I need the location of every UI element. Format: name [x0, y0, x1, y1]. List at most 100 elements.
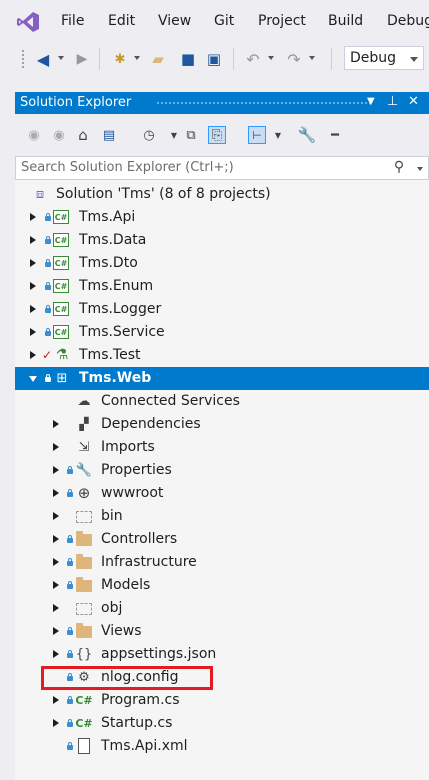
new-project-icon[interactable]: ✱ [110, 49, 130, 69]
close-icon[interactable]: ✕ [408, 94, 419, 109]
expand-arrow-icon[interactable] [53, 535, 59, 543]
menu-edit[interactable]: Edit [108, 13, 135, 29]
home-icon[interactable]: ⌂ [74, 126, 92, 144]
expand-arrow-icon[interactable] [53, 489, 59, 497]
pin-icon[interactable]: ⊥ [387, 94, 398, 109]
folder-icon [76, 511, 92, 523]
open-folder-icon[interactable]: ▰ [148, 49, 168, 69]
menu-view[interactable]: View [158, 13, 191, 29]
lock-icon [67, 535, 73, 543]
lock-icon [45, 236, 51, 244]
pending-changes-filter-icon[interactable]: ◷ [140, 126, 158, 144]
expand-arrow-icon[interactable] [53, 420, 59, 428]
menu-build[interactable]: Build [328, 13, 363, 29]
tree-item-tms-logger[interactable]: C# Tms.Logger [15, 298, 429, 321]
expand-arrow-icon[interactable] [53, 512, 59, 520]
tree-item-solution[interactable]: ⧈ Solution 'Tms' (8 of 8 projects) [15, 183, 429, 206]
expand-arrow-icon[interactable] [53, 443, 59, 451]
expand-arrow-icon[interactable] [30, 351, 36, 359]
properties-wrench-icon[interactable]: 🔧 [298, 126, 317, 144]
preview-selected-items-icon[interactable]: ━ [326, 126, 344, 144]
tree-item-startup-cs[interactable]: C# Startup.cs [15, 712, 429, 735]
collapse-arrow-icon[interactable] [29, 376, 37, 382]
expand-arrow-icon[interactable] [30, 213, 36, 221]
tree-item-connected-services[interactable]: ☁ Connected Services [15, 390, 429, 413]
tree-item-label: Tms.Logger [79, 301, 162, 317]
tree-item-appsettings-json[interactable]: {} appsettings.json [15, 643, 429, 666]
tree-item-bin[interactable]: bin [15, 505, 429, 528]
tree-item-label: Tms.Api [79, 209, 136, 225]
redo-dropdown-icon[interactable] [309, 56, 315, 60]
back-dropdown-icon[interactable] [58, 56, 64, 60]
expand-arrow-icon[interactable] [53, 650, 59, 658]
tree-item-dependencies[interactable]: ▞ Dependencies [15, 413, 429, 436]
menu-file[interactable]: File [61, 13, 84, 29]
window-position-icon[interactable]: ▼ [367, 96, 375, 107]
tree-item-tms-test[interactable]: ✓ ⚗ Tms.Test [15, 344, 429, 367]
tree-item-tms-api-xml[interactable]: Tms.Api.xml [15, 735, 429, 758]
tree-item-tms-data[interactable]: C# Tms.Data [15, 229, 429, 252]
expand-arrow-icon[interactable] [30, 328, 36, 336]
folder-icon [76, 577, 92, 592]
expand-arrow-icon[interactable] [30, 282, 36, 290]
search-options-dropdown-icon[interactable] [417, 167, 423, 171]
tree-item-tms-dto[interactable]: C# Tms.Dto [15, 252, 429, 275]
tree-item-tms-web[interactable]: ⊞ Tms.Web [15, 367, 429, 390]
undo-dropdown-icon[interactable] [268, 56, 274, 60]
search-solution-explorer-input[interactable]: Search Solution Explorer (Ctrl+;) ⚲ [15, 156, 429, 180]
expand-arrow-icon[interactable] [53, 581, 59, 589]
tree-item-obj[interactable]: obj [15, 597, 429, 620]
menu-debug[interactable]: Debug [387, 13, 429, 29]
expand-arrow-icon[interactable] [30, 236, 36, 244]
solution-configuration-dropdown[interactable]: Debug [344, 46, 424, 70]
tree-item-imports[interactable]: ⇲ Imports [15, 436, 429, 459]
tree-item-tms-enum[interactable]: C# Tms.Enum [15, 275, 429, 298]
csharp-file-icon: C# [75, 693, 93, 707]
save-icon[interactable]: ■ [178, 49, 198, 69]
show-all-files-icon[interactable]: ⎘ [208, 126, 226, 144]
tree-item-tms-service[interactable]: C# Tms.Service [15, 321, 429, 344]
folder-icon [76, 623, 92, 638]
expand-arrow-icon[interactable] [53, 466, 59, 474]
tree-item-label: Connected Services [101, 393, 240, 409]
search-icon[interactable]: ⚲ [390, 159, 408, 175]
new-project-dropdown-icon[interactable] [134, 56, 140, 60]
tree-item-views[interactable]: Views [15, 620, 429, 643]
menu-git[interactable]: Git [214, 13, 234, 29]
forward-icon[interactable]: ◉ [50, 126, 68, 144]
collapse-all-icon[interactable]: ⧉ [182, 126, 200, 144]
tree-item-program-cs[interactable]: C# Program.cs [15, 689, 429, 712]
expand-arrow-icon[interactable] [53, 696, 59, 704]
filter-dropdown-icon[interactable]: ▼ [165, 126, 183, 144]
switch-views-icon[interactable]: ▤ [100, 126, 118, 144]
tree-item-controllers[interactable]: Controllers [15, 528, 429, 551]
expand-arrow-icon[interactable] [53, 627, 59, 635]
toolbar-grip[interactable] [21, 49, 25, 69]
folder-icon [76, 531, 92, 546]
save-all-icon[interactable]: ▣ [204, 49, 224, 69]
tree-item-tms-api[interactable]: C# Tms.Api [15, 206, 429, 229]
tree-item-label: Solution 'Tms' (8 of 8 projects) [56, 186, 271, 202]
lock-icon [67, 742, 73, 750]
menu-project[interactable]: Project [258, 13, 306, 29]
back-icon[interactable]: ◀ [33, 49, 53, 69]
forward-icon[interactable]: ▶ [72, 49, 92, 69]
test-project-icon: ⚗ [55, 347, 69, 363]
back-icon[interactable]: ◉ [25, 126, 43, 144]
expand-arrow-icon[interactable] [30, 259, 36, 267]
tree-item-properties[interactable]: 🔧 Properties [15, 459, 429, 482]
visual-studio-logo-icon[interactable] [16, 11, 40, 33]
expand-arrow-icon[interactable] [30, 305, 36, 313]
lock-icon [67, 581, 73, 589]
expand-arrow-icon[interactable] [53, 558, 59, 566]
expand-arrow-icon[interactable] [53, 604, 59, 612]
tree-item-models[interactable]: Models [15, 574, 429, 597]
sync-dropdown-icon[interactable]: ▼ [269, 126, 287, 144]
redo-icon[interactable]: ↷ [284, 49, 304, 69]
solution-explorer-title-bar[interactable]: Solution Explorer ▼ ⊥ ✕ [15, 92, 429, 114]
tree-item-wwwroot[interactable]: ⊕ wwwroot [15, 482, 429, 505]
undo-icon[interactable]: ↶ [243, 49, 263, 69]
sync-with-active-document-icon[interactable]: ⊢ [248, 126, 266, 144]
tree-item-infrastructure[interactable]: Infrastructure [15, 551, 429, 574]
expand-arrow-icon[interactable] [53, 719, 59, 727]
